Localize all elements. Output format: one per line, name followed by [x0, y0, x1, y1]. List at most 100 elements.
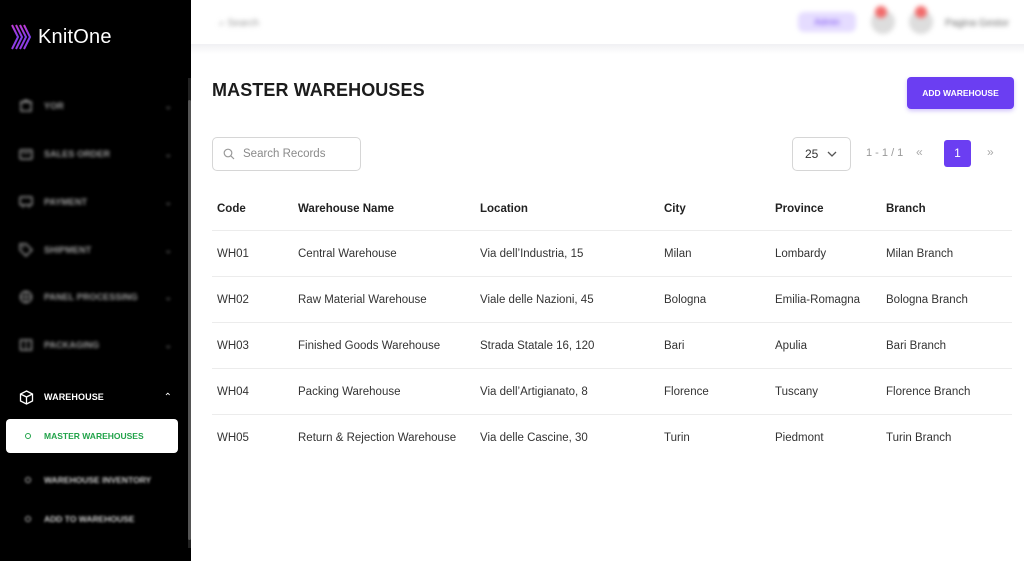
cell-province: Emilia-Romagna: [775, 293, 861, 306]
chevron-down-icon: [827, 151, 837, 157]
pagination-prev-button[interactable]: «: [916, 145, 923, 159]
pagination-range: 1 - 1 / 1: [866, 147, 904, 159]
search-icon: [223, 148, 235, 160]
cell-warehouse-name: Return & Rejection Warehouse: [298, 432, 457, 444]
table-header-row: Code Warehouse Name Location City Provin…: [212, 188, 1012, 231]
cell-code: WH02: [217, 293, 249, 306]
column-header-warehouse-name[interactable]: Warehouse Name: [298, 188, 394, 230]
sidebar-scroll-thumb[interactable]: [188, 100, 191, 540]
circle-bullet-icon: [25, 433, 31, 439]
cell-warehouse-name: Raw Material Warehouse: [298, 293, 427, 306]
cell-warehouse-name: Packing Warehouse: [298, 385, 401, 398]
add-warehouse-button[interactable]: ADD WAREHOUSE: [907, 77, 1014, 109]
page-title: MASTER WAREHOUSES: [212, 80, 425, 100]
cell-province: Tuscany: [775, 385, 819, 398]
chevron-down-icon: ⌄: [164, 339, 172, 350]
sidebar-item-yor[interactable]: YOR ⌄: [18, 95, 174, 117]
sidebar-subitem-add-to-warehouse[interactable]: ADD TO WAREHOUSE: [6, 502, 178, 536]
top-bar-shadow: [191, 44, 1024, 54]
column-header-code[interactable]: Code: [217, 188, 246, 230]
cell-code: WH05: [217, 432, 249, 444]
global-search-input[interactable]: ⌕ Search: [219, 18, 259, 29]
sidebar-item-shipment[interactable]: SHIPMENT ⌄: [18, 239, 174, 261]
circle-bullet-icon: [25, 477, 31, 483]
role-badge[interactable]: Admin: [798, 12, 856, 32]
sidebar-item-payment[interactable]: PAYMENT ⌄: [18, 191, 174, 213]
chevron-down-icon: ⌄: [164, 100, 172, 111]
chevron-down-icon: ⌄: [164, 244, 172, 255]
search-records-input[interactable]: [243, 148, 358, 160]
cell-branch: Florence Branch: [886, 385, 971, 398]
column-header-province[interactable]: Province: [775, 188, 824, 230]
notification-bell-icon[interactable]: [871, 6, 895, 34]
sidebar-item-warehouse[interactable]: WAREHOUSE ⌃: [18, 386, 174, 408]
sidebar: KnitOne YOR ⌄ SALES ORDER ⌄ PAYMENT ⌄ SH…: [0, 0, 191, 561]
table-row[interactable]: WH03 Finished Goods Warehouse Strada Sta…: [212, 323, 1012, 369]
chevron-down-icon: ⌄: [164, 291, 172, 302]
globe-icon: [18, 289, 34, 305]
pagination-next-button[interactable]: »: [987, 145, 994, 159]
cell-code: WH01: [217, 247, 249, 260]
chevron-down-icon: ⌄: [164, 148, 172, 159]
sidebar-item-label: PACKAGING: [44, 340, 100, 350]
building-icon: [18, 98, 34, 114]
cell-province: Lombardy: [775, 247, 827, 260]
knitone-logo-icon: [7, 24, 32, 50]
cell-city: Milan: [664, 247, 692, 260]
sidebar-item-panel-processing[interactable]: PANEL PROCESSING ⌄: [18, 286, 174, 308]
chevron-up-icon: ⌃: [163, 391, 172, 403]
cell-province: Apulia: [775, 339, 807, 352]
sidebar-item-label: SHIPMENT: [44, 245, 92, 255]
cell-warehouse-name: Finished Goods Warehouse: [298, 339, 441, 352]
pagination-page-current[interactable]: 1: [944, 140, 971, 167]
table-row[interactable]: WH02 Raw Material Warehouse Viale delle …: [212, 277, 1012, 323]
package-icon: [18, 337, 34, 353]
warehouses-table: Code Warehouse Name Location City Provin…: [212, 188, 1012, 461]
circle-bullet-icon: [25, 516, 31, 522]
sidebar-subitem-master-warehouses[interactable]: MASTER WAREHOUSES: [6, 419, 178, 453]
cell-location: Viale delle Nazioni, 45: [480, 293, 594, 306]
column-header-location[interactable]: Location: [480, 188, 528, 230]
cell-location: Via dell’Artigianato, 8: [480, 385, 588, 398]
sidebar-item-label: SALES ORDER: [44, 149, 111, 159]
per-page-value: 25: [805, 147, 819, 161]
sidebar-item-label: PANEL PROCESSING: [44, 292, 138, 302]
cell-branch: Turin Branch: [886, 432, 952, 444]
cell-city: Bologna: [664, 293, 707, 306]
cell-warehouse-name: Central Warehouse: [298, 247, 397, 260]
top-bar: ⌕ Search Admin Pagina Gestor: [191, 0, 1024, 48]
search-records-field[interactable]: [212, 137, 361, 171]
sidebar-subitem-label: WAREHOUSE INVENTORY: [44, 475, 152, 485]
table-row[interactable]: WH05 Return & Rejection Warehouse Via de…: [212, 415, 1012, 461]
global-search-placeholder: Search: [227, 18, 260, 29]
brand-logo[interactable]: KnitOne: [6, 22, 112, 52]
per-page-select[interactable]: 25: [792, 137, 851, 171]
cell-location: Strada Statale 16, 120: [480, 339, 595, 352]
cell-city: Bari: [664, 339, 685, 352]
cell-province: Piedmont: [775, 432, 824, 444]
cell-code: WH03: [217, 339, 249, 352]
sidebar-item-sales-order[interactable]: SALES ORDER ⌄: [18, 143, 174, 165]
cell-branch: Bologna Branch: [886, 293, 968, 306]
sidebar-subitem-label: MASTER WAREHOUSES: [44, 431, 144, 441]
cell-city: Florence: [664, 385, 709, 398]
column-header-city[interactable]: City: [664, 188, 686, 230]
column-header-branch[interactable]: Branch: [886, 188, 926, 230]
sidebar-subitem-warehouse-inventory[interactable]: WAREHOUSE INVENTORY: [6, 463, 178, 497]
receipt-icon: [18, 146, 34, 162]
chevron-down-icon: ⌄: [164, 196, 172, 207]
messages-icon[interactable]: [909, 6, 933, 34]
sidebar-item-packaging[interactable]: PACKAGING ⌄: [18, 334, 174, 356]
sidebar-item-label: YOR: [44, 101, 64, 111]
tag-icon: [18, 242, 34, 258]
sidebar-item-label: WAREHOUSE: [44, 392, 104, 402]
table-row[interactable]: WH01 Central Warehouse Via dell’Industri…: [212, 231, 1012, 277]
sidebar-subitem-label: ADD TO WAREHOUSE: [44, 514, 135, 524]
cell-branch: Milan Branch: [886, 247, 954, 260]
brand-name: KnitOne: [38, 25, 112, 48]
table-row[interactable]: WH04 Packing Warehouse Via dell’Artigian…: [212, 369, 1012, 415]
user-menu[interactable]: Pagina Gestor: [945, 18, 1009, 29]
cell-location: Via delle Cascine, 30: [480, 432, 588, 444]
cell-branch: Bari Branch: [886, 339, 947, 352]
cell-location: Via dell’Industria, 15: [480, 247, 584, 260]
